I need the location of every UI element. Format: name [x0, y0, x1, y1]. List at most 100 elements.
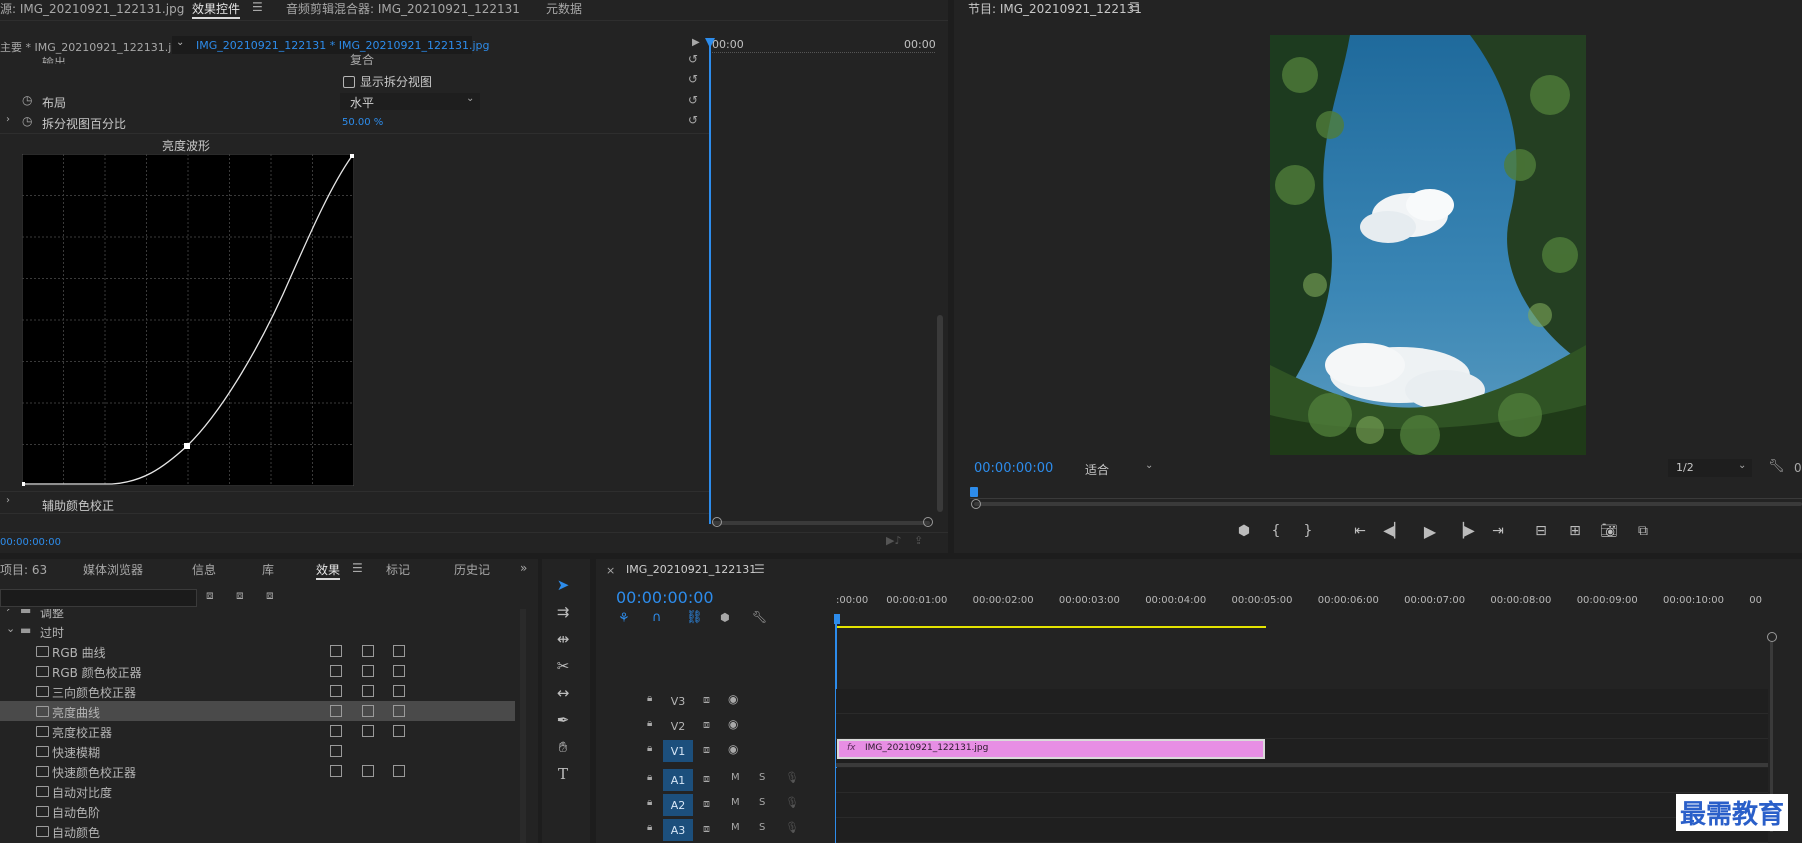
panel-menu-icon[interactable]: ☰: [1129, 0, 1140, 14]
track-lane[interactable]: [836, 768, 1768, 793]
ec-ruler[interactable]: [710, 52, 935, 57]
accelerated-effects-icon[interactable]: ⧈: [206, 588, 214, 603]
export-icon[interactable]: ⇪: [914, 534, 923, 547]
timeline-timecode[interactable]: 00:00:00:00: [616, 588, 714, 607]
solo-button[interactable]: S: [759, 822, 765, 833]
solo-button[interactable]: S: [759, 772, 765, 783]
mic-icon[interactable]: 🎙︎: [785, 796, 799, 809]
selection-tool-icon[interactable]: ➤: [548, 574, 578, 596]
tab-metadata[interactable]: 元数据: [546, 0, 582, 17]
sync-lock-icon[interactable]: ⧈: [703, 772, 710, 786]
luma-curve-graph[interactable]: [22, 154, 354, 486]
overflow-icon[interactable]: »: [520, 561, 527, 575]
wrench-icon[interactable]: 🔧︎: [1768, 459, 1785, 474]
track-target-V1[interactable]: V1: [663, 740, 693, 762]
program-scrollbar[interactable]: [974, 502, 1802, 506]
compare-icon[interactable]: ⧉: [1632, 522, 1654, 540]
panel-menu-icon[interactable]: ☰: [754, 562, 765, 576]
tab-project-2[interactable]: 信息: [192, 561, 216, 578]
list-item[interactable]: 自动对比度: [0, 781, 515, 801]
tab-project-5[interactable]: 标记: [386, 561, 410, 578]
mark-out-icon[interactable]: }: [1300, 522, 1316, 540]
track-target-V3[interactable]: V3: [663, 690, 693, 712]
list-item[interactable]: RGB 曲线: [0, 641, 515, 661]
resolution-dropdown[interactable]: 1/2 ⌄: [1668, 459, 1752, 477]
tab-project-4[interactable]: 效果: [316, 561, 341, 580]
tab-project-0[interactable]: 项目: 63: [0, 561, 47, 578]
eye-icon[interactable]: ◉: [728, 717, 738, 731]
chevron-right-icon[interactable]: ›: [6, 609, 10, 615]
list-item[interactable]: 三向颜色校正器: [0, 681, 515, 701]
ec-playhead[interactable]: [709, 38, 711, 524]
sync-lock-icon[interactable]: ⧈: [703, 693, 710, 707]
wrench-icon[interactable]: 🔧︎: [752, 610, 767, 624]
timeline-ruler[interactable]: :00:00 00:00:01:00 00:00:02:00 00:00:03:00 0…: [836, 595, 1766, 619]
tab-project-1[interactable]: 媒体浏览器: [83, 561, 143, 578]
panel-menu-icon[interactable]: ☰: [352, 561, 363, 575]
step-forward-icon[interactable]: ▕▶: [1453, 522, 1475, 540]
track-lane[interactable]: [836, 793, 1768, 818]
ec-playhead-head[interactable]: [705, 38, 715, 48]
close-icon[interactable]: ×: [606, 564, 615, 577]
lock-icon[interactable]: 🔒︎: [647, 822, 652, 833]
track-lane[interactable]: [836, 818, 1768, 843]
show-split-checkbox[interactable]: [343, 76, 355, 88]
fit-dropdown[interactable]: 适合 ⌄: [1079, 459, 1159, 477]
search-input[interactable]: [0, 589, 197, 607]
timeline-title[interactable]: IMG_20210921_122131: [626, 563, 756, 576]
list-item[interactable]: 亮度校正器: [0, 721, 515, 741]
play-icon[interactable]: ▶: [1420, 522, 1440, 541]
go-to-in-icon[interactable]: ⇤: [1350, 522, 1370, 540]
tab-project-6[interactable]: 历史记: [454, 561, 490, 578]
layout-dropdown[interactable]: 水平 ⌄: [340, 93, 480, 110]
filter-audio-icon[interactable]: ▶♪: [886, 534, 901, 547]
mute-button[interactable]: M: [731, 822, 740, 833]
lock-icon[interactable]: 🔒︎: [647, 693, 652, 704]
program-timecode[interactable]: 00:00:00:00: [974, 461, 1053, 476]
mute-button[interactable]: M: [731, 797, 740, 808]
razor-tool-icon[interactable]: ✂: [548, 655, 578, 677]
tab-source[interactable]: 源: IMG_20210921_122131.jpg: [0, 0, 184, 19]
stopwatch-icon[interactable]: ◷: [22, 93, 32, 107]
yuv-effects-icon[interactable]: ⧈: [266, 588, 274, 603]
mic-icon[interactable]: 🎙︎: [785, 821, 799, 834]
list-item[interactable]: ⌄ ▬ 过时: [0, 621, 515, 641]
mark-in-icon[interactable]: {: [1268, 522, 1284, 540]
program-title[interactable]: 节目: IMG_20210921_122131: [968, 0, 1142, 17]
lock-icon[interactable]: 🔒︎: [647, 743, 652, 754]
sync-lock-icon[interactable]: ⧈: [703, 797, 710, 811]
track-target-V2[interactable]: V2: [663, 715, 693, 737]
mic-icon[interactable]: 🎙︎: [785, 771, 799, 784]
list-item[interactable]: 自动颜色: [0, 821, 515, 841]
ec-zoom-handle-right[interactable]: [923, 517, 933, 527]
curve-point[interactable]: [22, 482, 25, 486]
ec-timecode[interactable]: 00:00:00:00: [0, 537, 61, 548]
slip-tool-icon[interactable]: ↔: [548, 682, 578, 704]
panel-menu-icon[interactable]: ☰: [252, 0, 263, 14]
reset-icon[interactable]: ↺: [688, 52, 698, 66]
track-lane[interactable]: [836, 714, 1768, 739]
ec-zoom-scrollbar[interactable]: [712, 521, 930, 525]
expand-chevron-icon[interactable]: ›: [6, 495, 10, 506]
stopwatch-icon[interactable]: ◷: [22, 114, 32, 128]
list-item[interactable]: 亮度曲线: [0, 701, 515, 721]
track-target-A1[interactable]: A1: [663, 769, 693, 791]
lock-icon[interactable]: 🔒︎: [647, 772, 652, 783]
pen-tool-icon[interactable]: ✒: [548, 709, 578, 731]
eye-icon[interactable]: ◉: [728, 692, 738, 706]
tab-effect-controls[interactable]: 效果控件: [192, 0, 241, 19]
timeline-scroll-handle[interactable]: [1767, 632, 1777, 642]
eye-icon[interactable]: ◉: [728, 742, 738, 756]
play-only-audio-icon[interactable]: ▶: [692, 37, 700, 48]
lock-icon[interactable]: 🔒︎: [647, 797, 652, 808]
reset-icon[interactable]: ↺: [688, 93, 698, 107]
camera-icon[interactable]: 📷︎: [1598, 522, 1620, 540]
tab-audio-mixer[interactable]: 音频剪辑混合器: IMG_20210921_122131: [286, 0, 520, 17]
work-area-bar[interactable]: [836, 626, 1266, 628]
program-scroll-handle[interactable]: [971, 499, 981, 509]
ripple-edit-tool-icon[interactable]: ⇹: [548, 628, 578, 650]
reset-icon[interactable]: ↺: [688, 72, 698, 86]
curve-point[interactable]: [350, 154, 354, 158]
clip-selector[interactable]: ⌄ IMG_20210921_122131 * IMG_20210921_122…: [172, 36, 490, 54]
list-item[interactable]: 快速颜色校正器: [0, 761, 515, 781]
